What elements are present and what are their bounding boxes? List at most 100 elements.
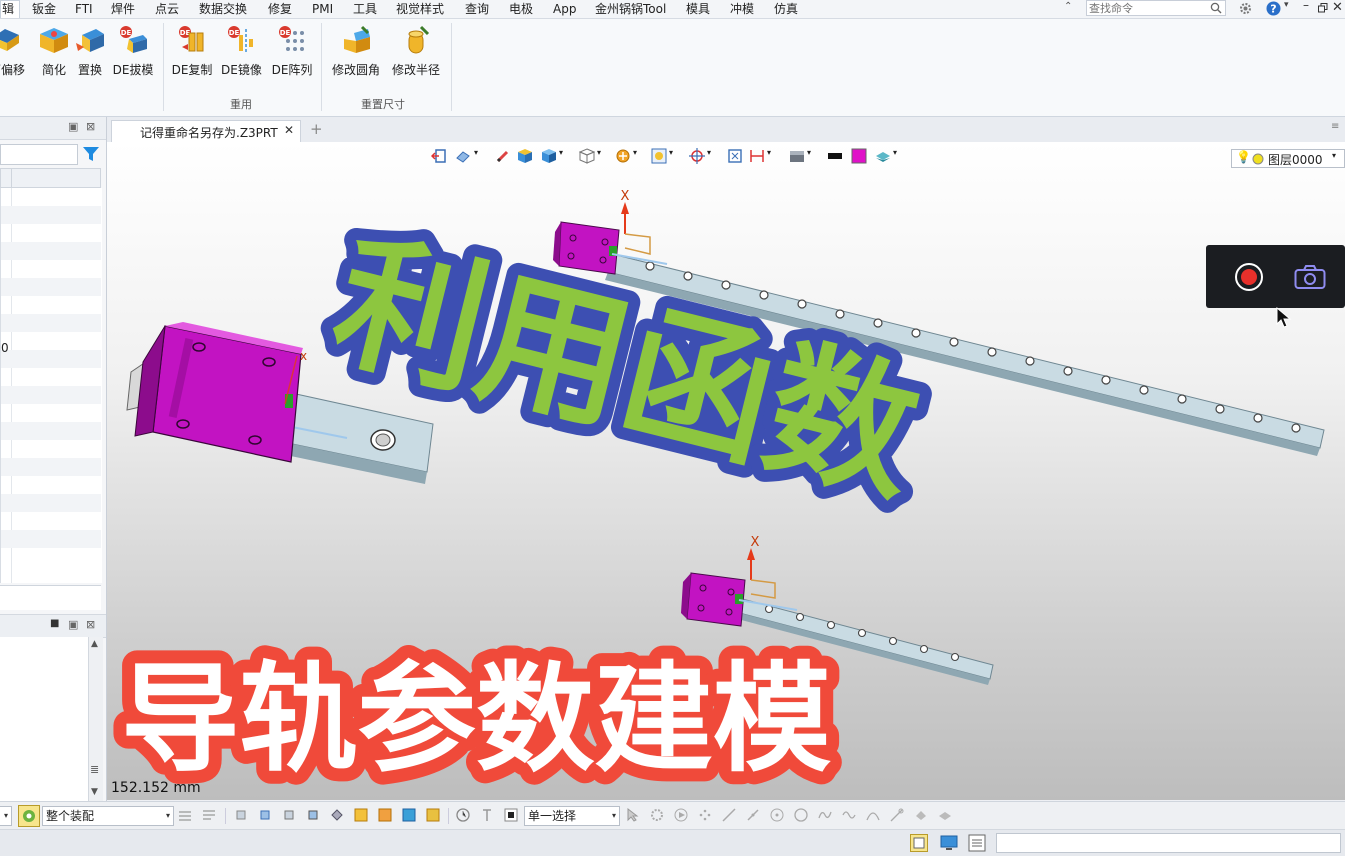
pick-arc-icon[interactable] bbox=[866, 808, 880, 822]
scroll-down-icon[interactable]: ▼ bbox=[91, 787, 98, 797]
pick-solid-icon[interactable] bbox=[938, 808, 952, 822]
scroll-up-icon[interactable]: ▲ bbox=[91, 639, 98, 649]
pin-icon[interactable] bbox=[480, 808, 494, 822]
panel-float-icon[interactable]: ▣ bbox=[68, 618, 78, 631]
assembly-scope-value: 整个装配 bbox=[46, 809, 95, 823]
menu-tool-plugin[interactable]: 金州锅锅Tool bbox=[595, 1, 666, 17]
status-monitor-icon[interactable] bbox=[940, 834, 958, 852]
menu-pointcloud[interactable]: 点云 bbox=[155, 1, 179, 17]
menu-pmi[interactable]: PMI bbox=[312, 1, 333, 17]
menu-repair[interactable]: 修复 bbox=[268, 1, 292, 17]
select-edge-icon[interactable] bbox=[258, 808, 272, 822]
ribbon-de-mirror-button[interactable]: DE DE镜像 bbox=[221, 25, 262, 78]
panel-close-icon[interactable]: ⊠ bbox=[86, 120, 95, 133]
filter-icon[interactable] bbox=[82, 146, 100, 163]
pick-segment-icon[interactable] bbox=[746, 808, 760, 822]
pick-shape-icon[interactable] bbox=[914, 808, 928, 822]
lower-panel-scrollbar[interactable]: ▲ ≣ ▼ bbox=[88, 637, 103, 802]
panel-float-icon[interactable]: ▣ bbox=[68, 120, 78, 133]
ribbon-simplify-button[interactable]: 简化 bbox=[36, 25, 72, 78]
menu-weldment[interactable]: 焊件 bbox=[111, 1, 135, 17]
document-tab[interactable]: 记得重命名另存为.Z3PRT ✕ bbox=[111, 120, 301, 142]
gear-icon[interactable] bbox=[1238, 1, 1253, 16]
menu-die[interactable]: 冲模 bbox=[730, 1, 754, 17]
filter-small-dropdown[interactable]: ▾ bbox=[0, 806, 12, 826]
3d-viewport[interactable]: ▾ ▾ ▾ ▾ ▾ ▾ ▾ ▾ ▾ 💡 图层0000 ▾ X x X 利用函数 … bbox=[107, 142, 1345, 800]
sort-icon[interactable] bbox=[178, 808, 192, 822]
list-icon[interactable] bbox=[202, 808, 216, 822]
select-face-icon[interactable] bbox=[282, 808, 296, 822]
de-draft-icon: DE bbox=[120, 26, 147, 53]
command-search-input[interactable] bbox=[1087, 1, 1201, 16]
status-document-icon[interactable] bbox=[910, 834, 928, 852]
scroll-grip-icon[interactable]: ≣ bbox=[90, 763, 99, 776]
camera-icon[interactable] bbox=[1294, 264, 1326, 290]
pick-center-icon[interactable] bbox=[770, 808, 784, 822]
menu-app[interactable]: App bbox=[553, 1, 576, 17]
command-search[interactable] bbox=[1086, 0, 1226, 16]
face-offset-icon bbox=[0, 29, 19, 51]
assembly-filter-icon[interactable] bbox=[18, 805, 40, 827]
select-part-icon[interactable] bbox=[426, 808, 440, 822]
carriage-left bbox=[126, 322, 303, 463]
select-body-icon[interactable] bbox=[306, 808, 320, 822]
select-component-icon[interactable] bbox=[402, 808, 416, 822]
stop-icon[interactable] bbox=[504, 808, 518, 822]
ribbon-group-divider bbox=[321, 23, 322, 111]
select-feature-icon[interactable] bbox=[330, 808, 344, 822]
tree-filter-input[interactable] bbox=[0, 144, 78, 165]
ribbon-de-pattern-button[interactable]: DE DE阵列 bbox=[270, 25, 314, 78]
assembly-scope-dropdown[interactable]: 整个装配 ▾ bbox=[42, 806, 174, 826]
collapse-ribbon-icon[interactable]: ⌃ bbox=[1064, 1, 1072, 12]
pick-arrow-icon[interactable] bbox=[626, 808, 640, 822]
new-tab-icon[interactable]: + bbox=[310, 120, 323, 138]
ribbon-replace-button[interactable]: 置换 bbox=[74, 25, 106, 78]
simplify-icon bbox=[40, 28, 68, 53]
selection-mode-dropdown[interactable]: 单一选择 ▾ bbox=[524, 806, 620, 826]
help-icon[interactable]: ? bbox=[1266, 1, 1281, 16]
status-list-icon[interactable] bbox=[968, 834, 986, 852]
pick-points-icon[interactable] bbox=[698, 808, 712, 822]
svg-text:DE: DE bbox=[229, 29, 240, 37]
record-button[interactable] bbox=[1234, 262, 1264, 292]
close-window-icon[interactable]: ✕ bbox=[1332, 0, 1343, 15]
restore-icon[interactable] bbox=[1318, 3, 1328, 13]
menu-mold[interactable]: 模具 bbox=[686, 1, 710, 17]
minimize-icon[interactable]: – bbox=[1303, 0, 1309, 12]
pick-tangent-icon[interactable] bbox=[890, 808, 904, 822]
menu-simulation[interactable]: 仿真 bbox=[774, 1, 798, 17]
pick-play-icon[interactable] bbox=[674, 808, 688, 822]
left-panel-header: ▣ ⊠ bbox=[0, 117, 106, 140]
svg-text:DE: DE bbox=[280, 29, 291, 37]
menu-electrode[interactable]: 电极 bbox=[509, 1, 533, 17]
menu-fti[interactable]: FTI bbox=[75, 1, 93, 17]
pick-circle-icon[interactable] bbox=[794, 808, 808, 822]
search-icon[interactable] bbox=[1210, 2, 1222, 14]
menu-data-exchange[interactable]: 数据交换 bbox=[199, 1, 247, 17]
panel-pin-icon[interactable]: ■ bbox=[50, 618, 59, 629]
ribbon-de-draft-button[interactable]: DE DE拔模 bbox=[112, 25, 154, 78]
ribbon-de-copy-button[interactable]: DE DE复制 bbox=[170, 25, 214, 78]
menu-tools[interactable]: 工具 bbox=[353, 1, 377, 17]
pick-line-icon[interactable] bbox=[722, 808, 736, 822]
panel-close-icon[interactable]: ⊠ bbox=[86, 618, 95, 631]
ribbon-face-offset-button[interactable]: 面偏移 bbox=[0, 25, 30, 78]
menu-visual-style[interactable]: 视觉样式 bbox=[396, 1, 444, 17]
pick-gear-icon[interactable] bbox=[650, 808, 664, 822]
ribbon-modify-fillet-button[interactable]: 修改圆角 bbox=[328, 25, 384, 78]
select-point-icon[interactable] bbox=[234, 808, 248, 822]
ribbon-modify-radius-button[interactable]: 修改半径 bbox=[389, 25, 443, 78]
pick-wave-icon[interactable] bbox=[842, 808, 856, 822]
clock-icon[interactable] bbox=[456, 808, 470, 822]
pick-curve-icon[interactable] bbox=[818, 808, 832, 822]
help-dropdown-icon[interactable]: ▾ bbox=[1284, 0, 1289, 10]
feature-tree[interactable]: 0 bbox=[0, 188, 102, 583]
menu-sheetmetal[interactable]: 钣金 bbox=[32, 1, 56, 17]
tab-close-icon[interactable]: ✕ bbox=[284, 123, 294, 137]
menu-inquire[interactable]: 查询 bbox=[465, 1, 489, 17]
command-input[interactable] bbox=[996, 833, 1341, 853]
select-sketch-icon[interactable] bbox=[378, 808, 392, 822]
select-history-icon[interactable] bbox=[354, 808, 368, 822]
tab-list-icon[interactable]: ≡ bbox=[1331, 121, 1339, 132]
menu-edit[interactable]: 辑 bbox=[2, 1, 14, 17]
